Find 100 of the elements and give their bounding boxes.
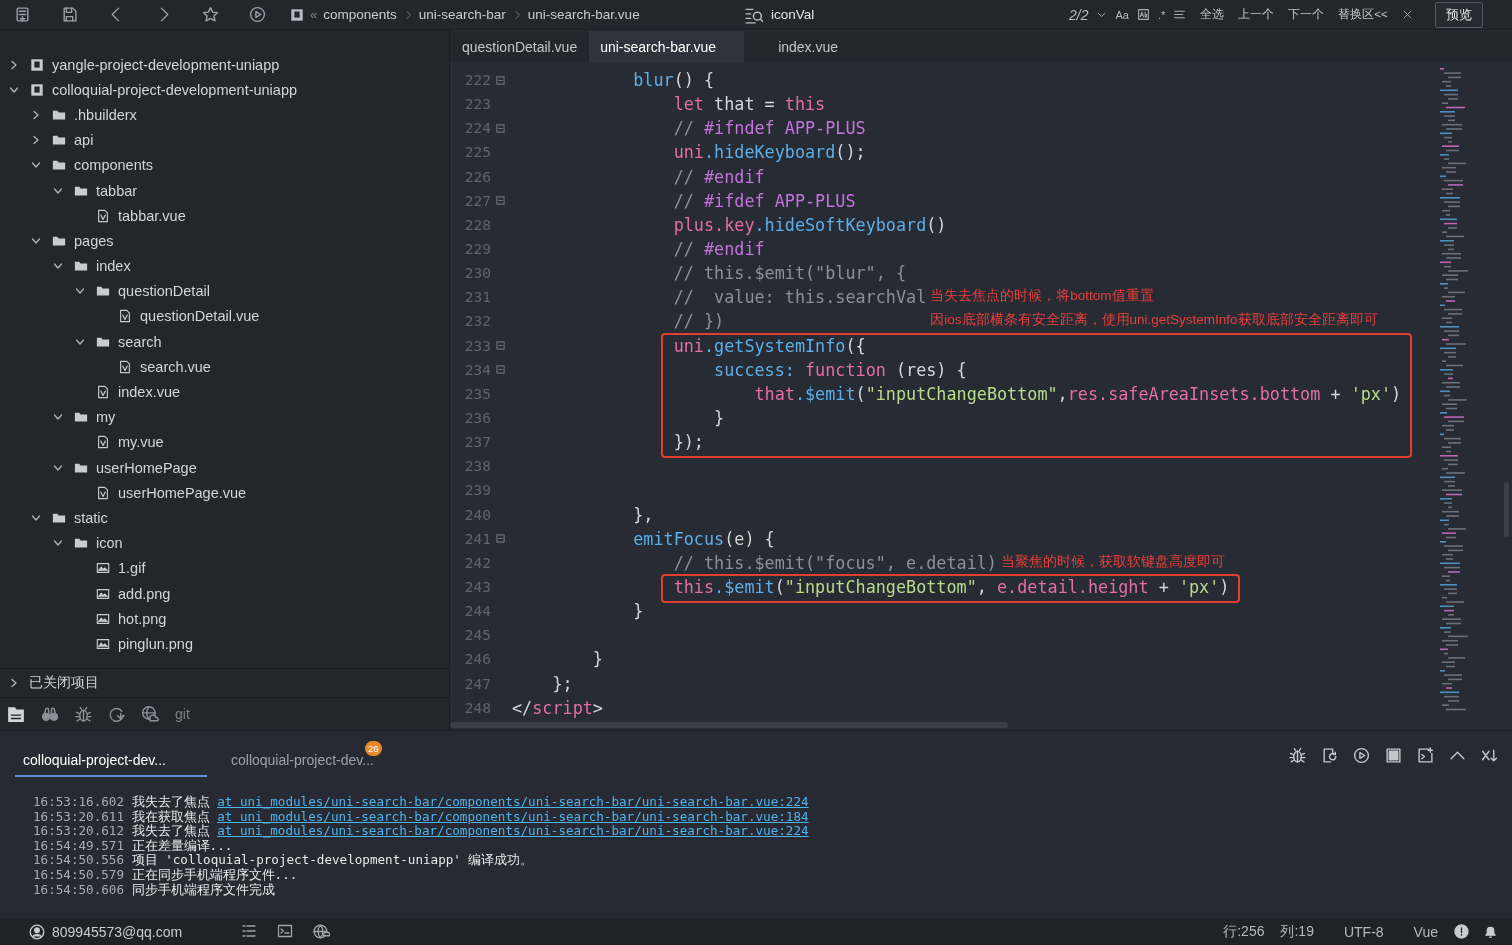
editor-tab[interactable]: questionDetail.vue (450, 31, 590, 62)
preview-button[interactable]: 预览 (1434, 1, 1483, 28)
code-line: // this.$emit("focus", e.detail) (672, 552, 997, 573)
tree-item[interactable]: .hbuilderx (0, 102, 449, 128)
breadcrumb-item[interactable]: uni-search-bar.vue (527, 7, 640, 22)
lines-icon[interactable] (1173, 8, 1187, 21)
encoding-selector[interactable]: UTF-8 (1343, 923, 1384, 940)
save-icon[interactable] (61, 6, 78, 23)
tree-item[interactable]: icon (0, 530, 449, 556)
tree-item[interactable]: my.vue (0, 429, 449, 455)
find-action[interactable]: 上一个 (1238, 7, 1275, 22)
line-number: 245 (464, 627, 491, 644)
stop-icon[interactable] (1385, 746, 1402, 764)
language-selector[interactable]: Vue (1413, 923, 1438, 940)
tree-item[interactable]: hot.png (0, 606, 449, 632)
breadcrumb-item[interactable]: components (323, 7, 397, 22)
source-link[interactable]: at uni_modules/uni-search-bar/components/uni-search-bar/uni-search-bar.vue:224 (217, 794, 809, 809)
tree-item[interactable]: colloquial-project-development-uniapp (0, 77, 449, 103)
fold-icon[interactable] (496, 75, 505, 85)
find-action[interactable]: 替换区<< (1338, 7, 1388, 22)
fold-icon[interactable] (496, 534, 505, 544)
star-icon[interactable] (202, 6, 219, 23)
account-name[interactable]: 809945573@qq.com (52, 923, 183, 940)
search-field[interactable]: iconVal (771, 7, 1061, 22)
code-line: // this.$emit("blur", { (672, 263, 907, 284)
user-icon[interactable] (29, 923, 45, 940)
fold-icon[interactable] (496, 123, 505, 133)
binoculars-icon[interactable] (41, 705, 59, 723)
tree-item[interactable]: my (0, 404, 449, 430)
cursor-column[interactable]: 列:19 (1280, 922, 1314, 941)
log-time: 16:53:16.602 (33, 794, 124, 809)
tree-item[interactable]: tabbar (0, 177, 449, 204)
find-action[interactable]: 下一个 (1288, 7, 1325, 22)
line-number: 229 (464, 241, 491, 258)
log-time: 16:54:50.606 (33, 881, 124, 897)
cloud-globe-icon[interactable] (141, 705, 159, 723)
tree-item[interactable]: pinglun.png (0, 631, 449, 657)
tree-item[interactable]: search.vue (0, 354, 449, 380)
globe-icon[interactable] (313, 923, 330, 940)
project-icon (30, 57, 44, 72)
rerun-icon[interactable] (1353, 746, 1370, 764)
log-time: 16:53:20.611 (33, 808, 124, 824)
fold-icon[interactable] (496, 341, 505, 351)
source-link[interactable]: at uni_modules/uni-search-bar/components/uni-search-bar/uni-search-bar.vue:224 (217, 823, 809, 839)
line-number: 238 (464, 458, 491, 475)
source-link[interactable]: at uni_modules/uni-search-bar/components/uni-search-bar/uni-search-bar.vue:184 (217, 808, 809, 824)
code-line: blur() { (632, 70, 715, 91)
tree-item[interactable]: add.png (0, 580, 449, 607)
cursor-line[interactable]: 行:256 (1223, 922, 1265, 941)
regex-toggle[interactable]: .* (1157, 8, 1166, 21)
tree-item[interactable]: 1.gif (0, 555, 449, 581)
code-line: // }) (672, 311, 725, 332)
fold-icon[interactable] (496, 196, 505, 206)
fold-icon[interactable] (496, 365, 505, 375)
tree-item[interactable]: static (0, 505, 449, 531)
editor-tab[interactable]: index.vue (744, 31, 875, 62)
editor-tab[interactable]: uni-search-bar.vue (589, 31, 745, 62)
project-manager-icon[interactable] (7, 705, 25, 723)
bell-icon[interactable] (1483, 924, 1498, 939)
code-line: // value: this.searchVal (672, 287, 927, 308)
terminal-icon[interactable] (277, 923, 293, 939)
whole-word-icon[interactable] (1136, 8, 1150, 21)
tree-item[interactable]: yangle-project-development-uniapp (0, 52, 449, 78)
outline-icon[interactable] (241, 923, 257, 939)
info-icon[interactable] (1454, 924, 1469, 939)
line-number: 222 (464, 72, 491, 89)
tree-item[interactable]: search (0, 329, 449, 355)
tree-item[interactable]: api (0, 127, 449, 153)
tree-item[interactable]: tabbar.vue (0, 203, 449, 229)
image-file-icon (96, 611, 110, 626)
new-file-icon[interactable] (14, 6, 31, 23)
git-button[interactable]: git (175, 706, 190, 722)
match-case-toggle[interactable]: Aa (1115, 8, 1129, 21)
line-number: 234 (464, 361, 491, 378)
bug-icon[interactable] (75, 705, 92, 723)
tree-item[interactable]: userHomePage (0, 455, 449, 481)
code-line: success: function (res) { (713, 359, 967, 380)
scrollbar-thumb[interactable] (450, 722, 1008, 728)
tree-item[interactable]: questionDetail.vue (0, 303, 449, 330)
tree-item[interactable]: userHomePage.vue (0, 480, 449, 506)
annotation-note: 当失去焦点的时候，将bottom值重置 (930, 287, 1154, 306)
tree-item[interactable]: components (0, 152, 449, 178)
refresh-icon[interactable] (108, 705, 125, 723)
image-file-icon (96, 586, 110, 601)
log-time: 16:54:50.579 (33, 866, 124, 882)
log-time: 16:53:20.612 (33, 823, 124, 839)
breadcrumb-item[interactable]: uni-search-bar (418, 7, 506, 22)
device-reload-icon[interactable] (1321, 746, 1338, 764)
tree-item[interactable]: index (0, 253, 449, 279)
close-icon[interactable] (1401, 9, 1413, 20)
debug-icon[interactable] (1289, 746, 1306, 764)
log-message: 项目 'colloquial-project-development-uniapp' 编译成功。 (131, 852, 534, 868)
tree-item[interactable]: questionDetail (0, 278, 449, 304)
new-terminal-icon[interactable] (1417, 746, 1434, 764)
tree-item[interactable]: pages (0, 228, 449, 254)
find-action[interactable]: 全选 (1200, 7, 1225, 22)
tree-item[interactable]: index.vue (0, 379, 449, 405)
run-icon[interactable] (249, 6, 266, 23)
console-tab[interactable]: colloquial-project-dev... (15, 745, 207, 777)
closed-projects-item[interactable]: 已关闭项目 (0, 668, 449, 697)
